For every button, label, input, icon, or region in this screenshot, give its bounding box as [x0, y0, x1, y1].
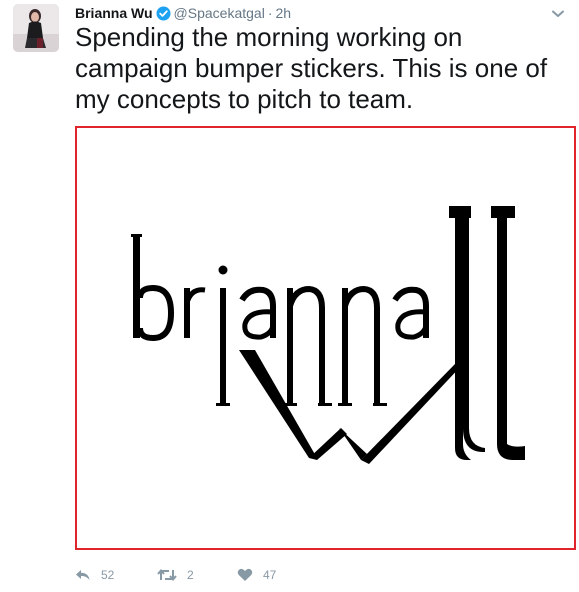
tweet-header: Brianna Wu @Spacekatgal · 2h	[75, 3, 291, 23]
verified-badge-icon	[156, 6, 171, 21]
retweet-button[interactable]: 2	[157, 568, 237, 582]
reply-count: 52	[101, 568, 115, 582]
avatar[interactable]	[13, 4, 59, 52]
heart-icon	[237, 568, 253, 581]
chevron-down-icon[interactable]	[551, 6, 565, 17]
tweet-text: Spending the morning working on campaign…	[75, 22, 548, 114]
reply-button[interactable]: 52	[75, 568, 157, 582]
brianna-wu-logo-image	[131, 206, 525, 464]
tweet-media[interactable]	[75, 126, 576, 550]
like-count: 47	[263, 568, 277, 582]
avatar-photo	[13, 4, 59, 52]
user-handle[interactable]: @Spacekatgal	[174, 5, 265, 21]
like-button[interactable]: 47	[237, 568, 317, 582]
display-name[interactable]: Brianna Wu	[75, 5, 153, 21]
separator-dot: ·	[267, 5, 273, 21]
tweet-timestamp[interactable]: 2h	[275, 5, 291, 21]
tweet-actions: 52 2 47	[75, 565, 317, 585]
retweet-icon	[157, 568, 177, 582]
tweet-card: Brianna Wu @Spacekatgal · 2h Spending th…	[0, 0, 579, 592]
reply-icon	[76, 570, 90, 580]
retweet-count: 2	[187, 568, 194, 582]
